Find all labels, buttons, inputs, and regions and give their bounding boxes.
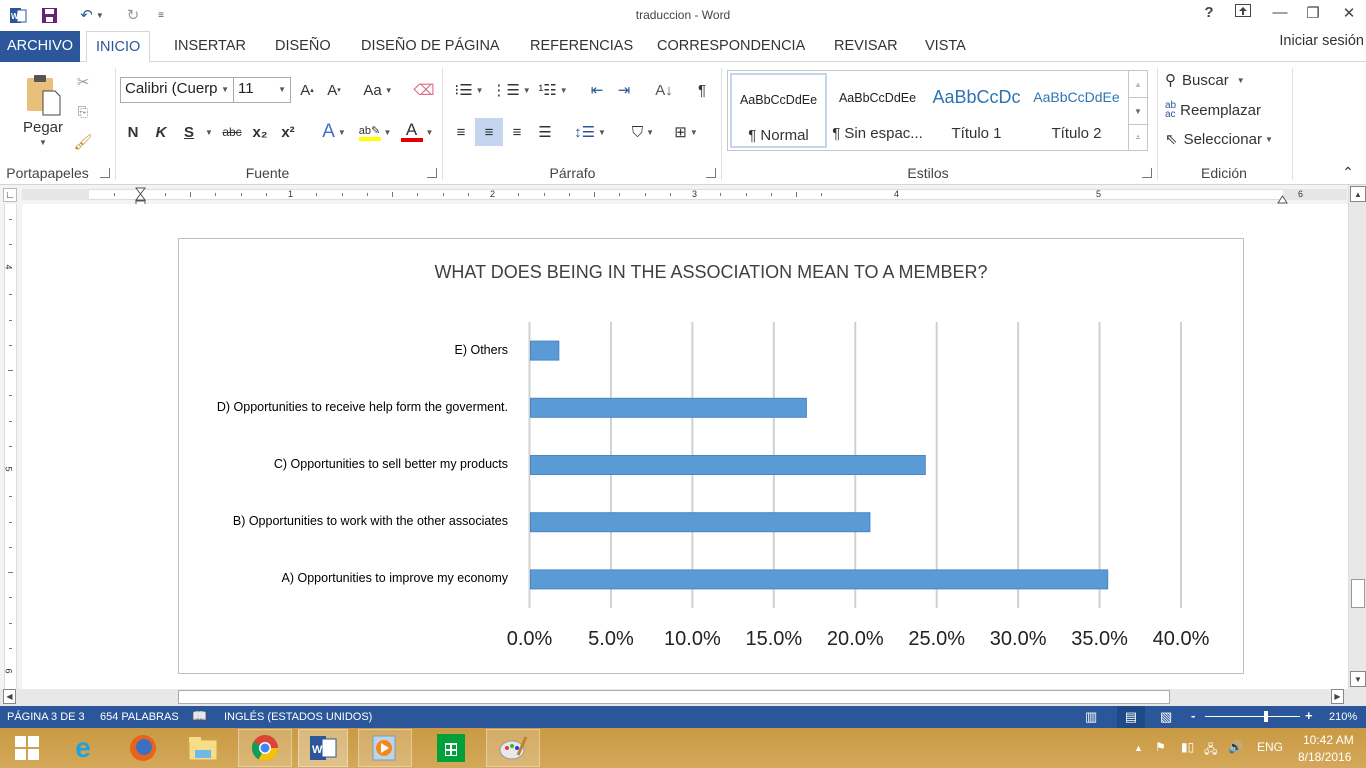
category-label: B) Opportunities to work with the other …: [232, 514, 508, 529]
bar[interactable]: [530, 455, 926, 475]
bar[interactable]: [530, 569, 1109, 590]
horizontal-scrollbar[interactable]: ◀ ▶: [0, 689, 1366, 706]
taskbar: e W ▲ ⚑ ▮▯ 🖧 🔊 ENG 10:42 AM 8/18/2016: [0, 728, 1366, 768]
x-tick-label: 0.0%: [506, 628, 553, 650]
zoom-slider-track[interactable]: [1205, 716, 1300, 717]
action-center-flag-icon[interactable]: ⚑: [1155, 740, 1166, 754]
bar[interactable]: [530, 397, 807, 418]
scroll-left-icon[interactable]: ◀: [3, 689, 16, 704]
firefox-icon[interactable]: [116, 729, 170, 767]
web-layout-icon[interactable]: ▧: [1160, 709, 1172, 725]
zoom-in-button[interactable]: +: [1305, 708, 1313, 723]
word-taskbar-icon[interactable]: W: [298, 729, 348, 767]
bar[interactable]: [530, 512, 871, 533]
category-label: E) Others: [454, 342, 509, 357]
category-label: C) Opportunities to sell better my produ…: [273, 457, 508, 471]
scroll-down-icon[interactable]: ▼: [1350, 671, 1366, 687]
proofing-icon[interactable]: 📖: [192, 709, 207, 723]
x-tick-label: 10.0%: [664, 628, 721, 650]
store-icon[interactable]: [424, 729, 478, 767]
page-indicator[interactable]: PÁGINA 3 DE 3: [7, 711, 85, 723]
vertical-scrollbar[interactable]: ▲ ▼: [1348, 185, 1366, 689]
windows-logo-icon: [15, 736, 39, 760]
battery-icon[interactable]: ▮▯: [1181, 740, 1194, 754]
volume-icon[interactable]: 🔊: [1228, 740, 1243, 754]
read-mode-icon[interactable]: ▥: [1085, 709, 1097, 725]
network-icon[interactable]: 🖧: [1204, 740, 1217, 761]
zoom-level[interactable]: 210%: [1329, 711, 1357, 723]
zoom-slider-thumb[interactable]: [1264, 711, 1268, 722]
file-explorer-icon[interactable]: [176, 729, 230, 767]
scroll-right-icon[interactable]: ▶: [1331, 689, 1344, 704]
language-indicator[interactable]: INGLÉS (ESTADOS UNIDOS): [224, 711, 372, 723]
internet-explorer-icon[interactable]: e: [56, 729, 110, 767]
category-label: A) Opportunities to improve my economy: [281, 571, 508, 586]
clock-date[interactable]: 8/18/2016: [1298, 750, 1351, 764]
x-tick-label: 25.0%: [908, 628, 966, 650]
paint-icon[interactable]: [486, 729, 540, 767]
clock-time[interactable]: 10:42 AM: [1303, 733, 1354, 747]
x-tick-label: 40.0%: [1152, 628, 1210, 650]
svg-text:W: W: [312, 744, 323, 756]
start-button[interactable]: [0, 729, 54, 767]
x-tick-label: 20.0%: [826, 628, 884, 650]
media-player-icon[interactable]: [358, 729, 412, 767]
input-language[interactable]: ENG: [1257, 740, 1283, 754]
zoom-out-button[interactable]: -: [1191, 708, 1195, 723]
chrome-icon[interactable]: [238, 729, 292, 767]
show-hidden-icons[interactable]: ▲: [1134, 743, 1143, 753]
print-layout-icon[interactable]: ▤: [1117, 706, 1145, 728]
scroll-up-icon[interactable]: ▲: [1350, 186, 1366, 202]
x-tick-label: 35.0%: [1071, 628, 1128, 650]
bar-chart: [528, 322, 1182, 608]
horizontal-scroll-thumb[interactable]: [178, 690, 1170, 704]
status-bar: PÁGINA 3 DE 3 654 PALABRAS 📖 INGLÉS (EST…: [0, 706, 1366, 728]
x-tick-label: 30.0%: [989, 628, 1047, 650]
vertical-scroll-thumb[interactable]: [1351, 579, 1365, 608]
word-count[interactable]: 654 PALABRAS: [100, 711, 179, 723]
bar[interactable]: [530, 340, 560, 361]
x-tick-label: 5.0%: [588, 628, 634, 650]
x-tick-label: 15.0%: [745, 628, 803, 650]
category-label: D) Opportunities to receive help form th…: [216, 399, 508, 414]
